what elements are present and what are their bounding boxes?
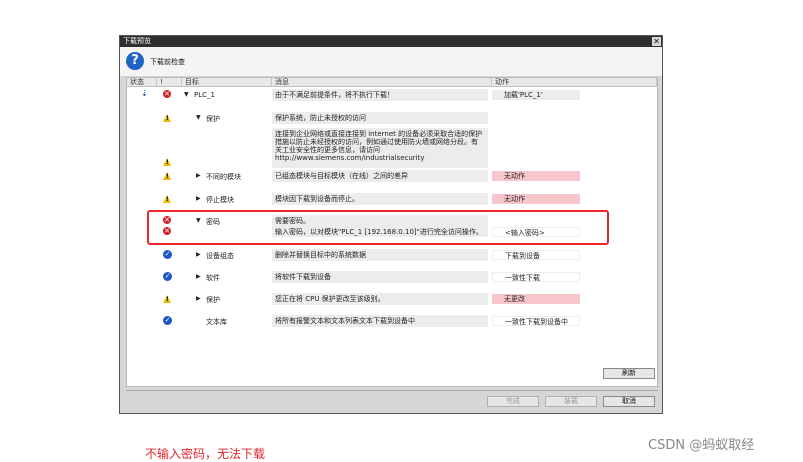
table-row[interactable]: ✓ 文本库 将所有报警文本和文本列表文本下载到设备中 一致性下载到设备中 <box>127 315 657 327</box>
error-icon: ✕ <box>163 90 171 98</box>
row-message: 由于不满足前提条件，将不执行下载！ <box>275 91 394 99</box>
row-message: 已组态模块与目标模块（在线）之间的差异 <box>275 172 408 180</box>
table-row[interactable]: ⇣ ✕ ▼ PLC_1 由于不满足前提条件，将不执行下载！ 加载'PLC_1' <box>127 89 657 101</box>
column-header-action[interactable]: 动作 <box>492 78 657 87</box>
row-message: 模块因下载到设备而停止。 <box>275 195 359 203</box>
cancel-button[interactable]: 取消 <box>603 396 655 407</box>
expand-arrow-icon[interactable]: ▶ <box>196 295 201 302</box>
expand-arrow-icon[interactable]: ▶ <box>196 195 201 202</box>
row-target: 不同的模块 <box>206 173 241 181</box>
row-action[interactable]: 一致性下载 <box>492 272 580 282</box>
collapse-arrow-icon[interactable]: ▼ <box>184 91 189 98</box>
row-action[interactable]: 无动作 <box>492 194 580 204</box>
close-icon[interactable]: ✕ <box>652 37 661 46</box>
column-header-status[interactable]: 状态 <box>127 78 157 87</box>
title-bar: 下载预览 ✕ <box>120 36 662 47</box>
row-action[interactable]: 无动作 <box>492 171 580 181</box>
row-message: 将所有报警文本和文本列表文本下载到设备中 <box>275 317 415 325</box>
warning-icon: ! <box>163 195 171 203</box>
warning-icon: ! <box>163 295 171 303</box>
watermark: CSDN @蚂蚁取经 <box>648 438 755 453</box>
dialog-header: ? 下载前检查 <box>120 47 662 76</box>
row-action[interactable]: 一致性下载到设备中 <box>492 316 580 326</box>
row-message: 关工业安全性的更多信息，请访问 <box>275 146 380 154</box>
row-target: 文本库 <box>206 318 227 326</box>
expand-arrow-icon[interactable]: ▶ <box>196 172 201 179</box>
column-header-message[interactable]: 消息 <box>272 78 492 87</box>
table-row[interactable]: ✓ ▶ 设备组态 删除并替换目标中的系统数据 下载到设备 <box>127 249 657 261</box>
row-target: 设备组态 <box>206 252 234 260</box>
finish-button[interactable]: 完成 <box>487 396 539 407</box>
expand-arrow-icon[interactable]: ▶ <box>196 273 201 280</box>
check-icon: ✓ <box>163 316 172 325</box>
caption: 不输入密码，无法下载 <box>145 447 266 461</box>
check-icon: ✓ <box>163 250 172 259</box>
check-icon: ✓ <box>163 272 172 281</box>
refresh-button[interactable]: 刷新 <box>603 368 655 379</box>
warning-icon: ! <box>163 114 171 122</box>
table-row[interactable]: ! 连接到企业网络或直接连接到 internet 的设备必须采取合适的保护 措施以防… <box>127 128 657 168</box>
table-row[interactable]: ! ▼ 保护 保护系统，防止未授权的访问 <box>127 112 657 124</box>
table-row[interactable]: ! ▶ 停止模块 模块因下载到设备而停止。 无动作 <box>127 193 657 205</box>
question-icon: ? <box>126 52 144 70</box>
row-target: 软件 <box>206 274 220 282</box>
header-text: 下载前检查 <box>150 58 185 66</box>
row-action[interactable]: 下载到设备 <box>492 250 580 260</box>
row-message: 删除并替换目标中的系统数据 <box>275 251 366 259</box>
expand-arrow-icon[interactable]: ▶ <box>196 251 201 258</box>
row-message: http://www.siemens.com/industrialsecurit… <box>275 154 425 162</box>
row-message: 连接到企业网络或直接连接到 internet 的设备必须采取合适的保护 <box>275 130 483 138</box>
table-row[interactable]: ✓ ▶ 软件 将软件下载到设备 一致性下载 <box>127 271 657 283</box>
load-button[interactable]: 装载 <box>545 396 597 407</box>
row-message: 保护系统，防止未授权的访问 <box>275 114 366 122</box>
password-highlight-box <box>147 210 609 245</box>
divider <box>126 390 658 391</box>
warning-icon: ! <box>163 158 171 166</box>
row-target: 停止模块 <box>206 196 234 204</box>
column-header-alert[interactable]: ! <box>157 78 182 87</box>
column-header-target[interactable]: 目标 <box>182 78 272 87</box>
row-target: PLC_1 <box>194 91 215 99</box>
warning-icon: ! <box>163 172 171 180</box>
collapse-arrow-icon[interactable]: ▼ <box>196 114 201 121</box>
table-row[interactable]: ! ▶ 保护 您正在将 CPU 保护更改至该级别。 无更改 <box>127 293 657 305</box>
row-message: 措施以防止未经授权的访问，例如通过使用防火墙或网络分段。有 <box>275 138 478 146</box>
download-status-icon: ⇣ <box>141 89 148 98</box>
row-action[interactable]: 无更改 <box>492 294 580 304</box>
row-action[interactable]: 加载'PLC_1' <box>492 90 580 100</box>
table-row[interactable]: ! ▶ 不同的模块 已组态模块与目标模块（在线）之间的差异 无动作 <box>127 170 657 182</box>
row-target: 保护 <box>206 296 220 304</box>
row-message: 您正在将 CPU 保护更改至该级别。 <box>275 295 385 303</box>
row-target: 保护 <box>206 115 220 123</box>
row-message: 将软件下载到设备 <box>275 273 331 281</box>
dialog-title: 下载预览 <box>123 37 151 45</box>
